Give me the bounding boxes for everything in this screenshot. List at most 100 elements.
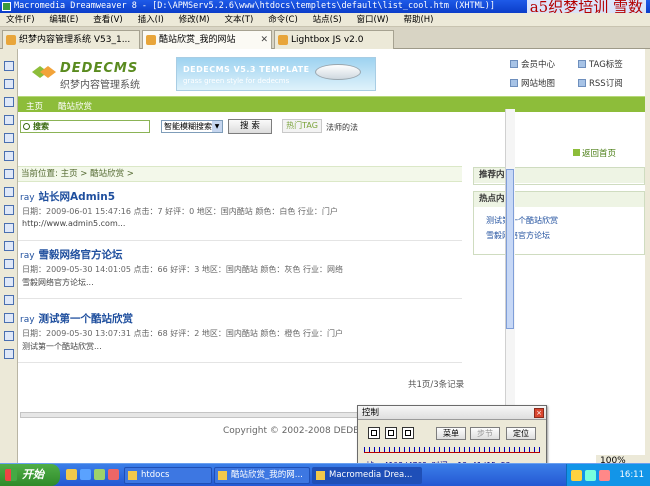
menu-view[interactable]: 查看(V) — [87, 13, 128, 27]
form-tool-icon[interactable] — [4, 169, 14, 179]
menu-window[interactable]: 窗口(W) — [351, 13, 395, 27]
snippet-tool-icon[interactable] — [4, 331, 14, 341]
nav-cool-sites[interactable]: 酷站欣赏 — [58, 100, 92, 112]
start-button[interactable]: 开始 — [0, 464, 60, 486]
watermark-text: a5织梦培训 雪数 — [526, 0, 646, 13]
inner-scrollbar-thumb[interactable] — [506, 169, 514, 329]
site-header: DEDECMS 织梦内容管理系统 DEDECMS V5.3 TEMPLATE g… — [18, 49, 645, 95]
tab-dedecms[interactable]: 织梦内容管理系统 V53_1... — [2, 30, 140, 49]
app-quicklaunch-icon[interactable] — [108, 469, 119, 480]
task-dreamweaver[interactable]: Macromedia Drea... — [312, 467, 422, 484]
window-title-bar[interactable]: Macromedia Dreamweaver 8 - [D:\APMServ5.… — [0, 0, 650, 13]
control-title-bar[interactable]: 控制 × — [358, 406, 546, 420]
search-button[interactable]: 搜 索 — [228, 119, 272, 134]
hot-heading: 热点内 — [474, 192, 644, 207]
step-button[interactable]: 步节 — [470, 427, 500, 440]
menu-bar: 文件(F) 编辑(E) 查看(V) 插入(I) 修改(M) 文本(T) 命令(C… — [0, 13, 650, 27]
page-icon — [6, 35, 16, 45]
desktop-quicklaunch-icon[interactable] — [94, 469, 105, 480]
menu-site[interactable]: 站点(S) — [307, 13, 348, 27]
user-icon — [510, 60, 518, 68]
server-tool-icon[interactable] — [4, 349, 14, 359]
layer-tool-icon[interactable] — [4, 115, 14, 125]
browser-icon — [218, 471, 227, 480]
text-tool-icon[interactable] — [4, 187, 14, 197]
menu-commands[interactable]: 命令(C) — [262, 13, 304, 27]
left-toolbar — [0, 49, 18, 463]
pause-icon[interactable] — [385, 427, 397, 439]
menu-button[interactable]: 菜单 — [436, 427, 466, 440]
forward-icon[interactable] — [402, 427, 414, 439]
task-htdocs[interactable]: htdocs — [124, 467, 212, 484]
search-placeholder: 搜索 — [33, 122, 49, 131]
code-tool-icon[interactable] — [4, 223, 14, 233]
entry-desc: http://www.admin5.com... — [22, 219, 126, 228]
search-input[interactable]: 搜索 — [20, 120, 150, 133]
image-tool-icon[interactable] — [4, 133, 14, 143]
rss-link[interactable]: RSS订阅 — [578, 77, 623, 89]
menu-modify[interactable]: 修改(M) — [173, 13, 216, 27]
close-icon[interactable]: ✕ — [260, 31, 268, 49]
rss-icon — [578, 79, 586, 87]
table-tool-icon[interactable] — [4, 97, 14, 107]
link-label: 会员中心 — [521, 60, 556, 70]
link-tool-icon[interactable] — [4, 151, 14, 161]
nav-home[interactable]: 主页 — [26, 100, 43, 112]
main-nav: 主页 酷站欣赏 — [18, 96, 645, 112]
tab-cool-sites[interactable]: 酷站欣赏_我的网站 ✕ — [142, 30, 272, 49]
sitemap-link[interactable]: 网站地图 — [510, 77, 555, 89]
script-tool-icon[interactable] — [4, 295, 14, 305]
pagination-info: 共1页/3条记录 — [408, 380, 465, 390]
member-center-link[interactable]: 会员中心 — [510, 58, 555, 70]
menu-help[interactable]: 帮助(H) — [397, 13, 439, 27]
task-label: 酷站欣赏_我的网... — [231, 470, 303, 480]
entry-meta: 日期：2009-05-30 13:07:31 点击：68 好评：2 地区：国内酷… — [22, 329, 343, 338]
tag-link[interactable]: TAG标签 — [578, 58, 623, 70]
entry-title-link[interactable]: ray 站长网Admin5 — [20, 189, 115, 204]
rewind-icon[interactable] — [368, 427, 380, 439]
hot-link[interactable]: 雪毅网络官方论坛 — [474, 228, 644, 243]
chat-tool-icon[interactable] — [4, 277, 14, 287]
css-tool-icon[interactable] — [4, 205, 14, 215]
system-tray: 16:11 — [566, 464, 650, 486]
close-icon[interactable]: × — [534, 408, 544, 418]
search-mode-select[interactable]: 智能模糊搜索 ▼ — [161, 120, 223, 133]
window-scrollbar[interactable] — [645, 49, 650, 463]
entry-title: 雪毅网络官方论坛 — [38, 249, 123, 261]
hot-link[interactable]: 测试第一个酷站欣赏 — [474, 213, 644, 228]
tray-security-icon[interactable] — [599, 470, 610, 481]
playback-track[interactable] — [364, 447, 540, 453]
hot-box: 热点内 测试第一个酷站欣赏 雪毅网络官方论坛 — [473, 191, 645, 255]
select-tool-icon[interactable] — [4, 61, 14, 71]
menu-edit[interactable]: 编辑(E) — [43, 13, 84, 27]
page-icon — [278, 35, 288, 45]
task-browser[interactable]: 酷站欣赏_我的网... — [214, 467, 310, 484]
menu-insert[interactable]: 插入(I) — [132, 13, 170, 27]
tab-label: 织梦内容管理系统 V53_1... — [19, 35, 131, 45]
media-tool-icon[interactable] — [4, 241, 14, 251]
entry-title-link[interactable]: ray 测试第一个酷站欣赏 — [20, 311, 133, 326]
tray-network-icon[interactable] — [585, 470, 596, 481]
tab-lightbox[interactable]: Lightbox JS v2.0 — [274, 30, 394, 49]
layout-tool-icon[interactable] — [4, 79, 14, 89]
list-item: ray 雪毅网络官方论坛 日期：2009-05-30 14:01:05 点击：66… — [18, 247, 462, 299]
menu-text[interactable]: 文本(T) — [218, 13, 259, 27]
tab-label: 酷站欣赏_我的网站 — [159, 35, 236, 45]
design-view[interactable]: DEDECMS 织梦内容管理系统 DEDECMS V5.3 TEMPLATE g… — [18, 49, 645, 463]
list-item: ray 站长网Admin5 日期：2009-06-01 15:47:16 点击：7… — [18, 189, 462, 241]
task-label: Macromedia Drea... — [329, 470, 413, 480]
tray-volume-icon[interactable] — [571, 470, 582, 481]
menu-file[interactable]: 文件(F) — [0, 13, 41, 27]
locate-button[interactable]: 定位 — [506, 427, 536, 440]
folder-quicklaunch-icon[interactable] — [66, 469, 77, 480]
tag-icon — [578, 60, 586, 68]
breadcrumb: 当前位置: 主页 > 酷站欣赏 > — [18, 166, 462, 182]
date-tool-icon[interactable] — [4, 313, 14, 323]
hot-tag-button[interactable]: 热门TAG — [282, 119, 322, 133]
entry-title-link[interactable]: ray 雪毅网络官方论坛 — [20, 247, 123, 262]
dreamweaver-app-icon — [2, 2, 11, 11]
hot-tag-term[interactable]: 法师的法 — [326, 122, 358, 133]
back-home-link[interactable]: 返回首页 — [573, 147, 616, 159]
ie-quicklaunch-icon[interactable] — [80, 469, 91, 480]
comment-tool-icon[interactable] — [4, 259, 14, 269]
